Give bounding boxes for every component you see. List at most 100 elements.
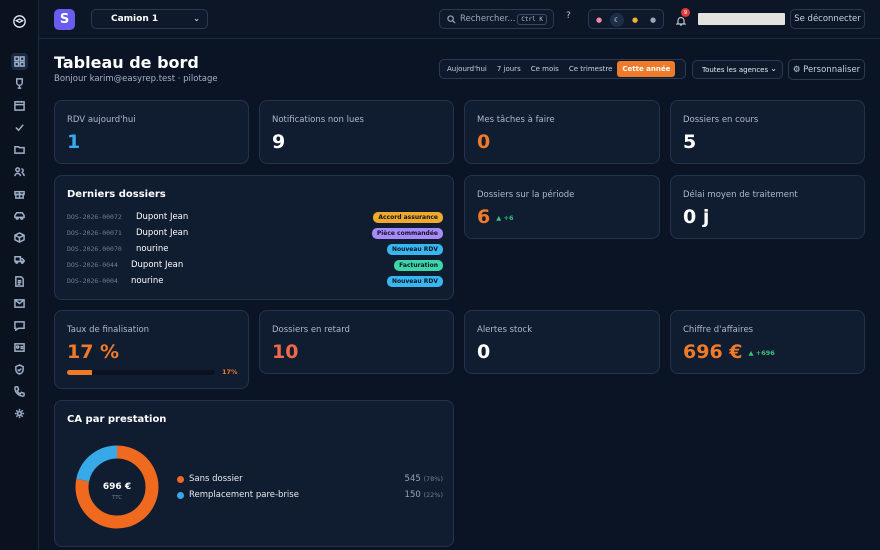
period-today[interactable]: Aujourd'hui bbox=[442, 61, 492, 77]
topbar: S Camion 1 ⌄ Rechercher... Ctrl K ? ● ☾ … bbox=[39, 0, 880, 39]
notifications-button[interactable]: 9 bbox=[675, 8, 690, 30]
kpi-label: Mes tâches à faire bbox=[477, 115, 555, 125]
dossier-row[interactable]: DOS.2026.00070 nourine Nouveau RDV bbox=[67, 244, 443, 258]
kpi-value-number: 6 bbox=[477, 206, 491, 228]
dashboard-icon[interactable] bbox=[11, 53, 28, 70]
period-7-days[interactable]: 7 jours bbox=[492, 61, 526, 77]
gift-icon[interactable] bbox=[11, 185, 28, 202]
legend-value: 545 (78%) bbox=[405, 474, 443, 484]
dossier-id: DOS-2026-00071 bbox=[67, 229, 122, 237]
dossier-row[interactable]: DOS-2026-00071 Dupont Jean Pièce commandée bbox=[67, 228, 443, 242]
kpi-label: RDV aujourd'hui bbox=[67, 115, 136, 125]
period-year[interactable]: Cette année bbox=[617, 61, 676, 77]
check-icon[interactable] bbox=[11, 119, 28, 136]
search-placeholder: Rechercher... bbox=[460, 14, 516, 24]
page-title: Tableau de bord bbox=[54, 53, 199, 72]
kpi-value: 1 bbox=[67, 131, 81, 153]
kpi-card-finalisation[interactable]: Taux de finalisation 17 % 17% bbox=[54, 310, 249, 389]
kpi-card-stock[interactable]: Alertes stock 0 bbox=[464, 310, 660, 374]
search-input[interactable]: Rechercher... Ctrl K bbox=[439, 9, 554, 29]
sun-icon[interactable]: ● bbox=[628, 13, 642, 27]
kpi-card-period-dossiers[interactable]: Dossiers sur la période 6 ▲ +6 bbox=[464, 175, 660, 239]
users-icon[interactable] bbox=[11, 163, 28, 180]
app-logo-icon[interactable] bbox=[10, 12, 29, 31]
dossier-row[interactable]: DOS-2026-00072 Dupont Jean Accord assuranc… bbox=[67, 212, 443, 226]
chat-icon[interactable] bbox=[11, 317, 28, 334]
kpi-label: Taux de finalisation bbox=[67, 325, 150, 335]
kpi-value-number: 696 € bbox=[683, 341, 743, 363]
kpi-label: Chiffre d'affaires bbox=[683, 325, 754, 335]
kpi-card-revenue[interactable]: Chiffre d'affaires 696 € ▲ +696 bbox=[670, 310, 865, 374]
kpi-value: 696 € ▲ +696 bbox=[683, 341, 775, 363]
kpi-value: 5 bbox=[683, 131, 697, 153]
legend-label: Sans dossier bbox=[189, 474, 243, 484]
agency-select-value: Toutes les agences bbox=[702, 65, 769, 74]
document-icon[interactable] bbox=[11, 273, 28, 290]
legend-percent: (22%) bbox=[423, 491, 443, 499]
revenue-by-service-card: CA par prestation 696 € TTC Sans dossier 5… bbox=[54, 400, 454, 547]
mail-icon[interactable] bbox=[11, 295, 28, 312]
donut-total-label: 696 € bbox=[103, 482, 131, 492]
kpi-value: 17 % bbox=[67, 341, 120, 363]
legend-value: 150 (22%) bbox=[405, 490, 443, 500]
id-card-icon[interactable] bbox=[11, 339, 28, 356]
phone-icon[interactable] bbox=[11, 383, 28, 400]
kpi-value: 9 bbox=[272, 131, 286, 153]
period-quarter[interactable]: Ce trimestre bbox=[564, 61, 618, 77]
shield-icon[interactable] bbox=[11, 361, 28, 378]
notification-count-badge: 9 bbox=[681, 8, 690, 17]
kpi-label: Dossiers en cours bbox=[683, 115, 759, 125]
card-title: Derniers dossiers bbox=[67, 189, 166, 200]
system-theme-icon[interactable]: ● bbox=[646, 13, 660, 27]
settings-icon[interactable] bbox=[11, 405, 28, 422]
package-icon[interactable] bbox=[11, 229, 28, 246]
help-button[interactable]: ? bbox=[566, 11, 571, 21]
moon-icon[interactable]: ☾ bbox=[610, 13, 624, 27]
truck-icon[interactable] bbox=[11, 251, 28, 268]
dossier-client-name: nourine bbox=[136, 244, 169, 254]
recent-dossiers-card: Derniers dossiers DOS-2026-00072 Dupont J… bbox=[54, 175, 454, 300]
kpi-card-notifications[interactable]: Notifications non lues 9 bbox=[259, 100, 454, 164]
kpi-card-ongoing[interactable]: Dossiers en cours 5 bbox=[670, 100, 865, 164]
dossier-row[interactable]: DOS-2026-0044 Dupont Jean Facturation bbox=[67, 260, 443, 274]
palette-icon[interactable]: ● bbox=[592, 13, 606, 27]
period-month[interactable]: Ce mois bbox=[526, 61, 564, 77]
car-icon[interactable] bbox=[11, 207, 28, 224]
kpi-card-late[interactable]: Dossiers en retard 10 bbox=[259, 310, 454, 374]
dossier-client-name: Dupont Jean bbox=[131, 260, 184, 270]
progress-percent: 17% bbox=[222, 368, 238, 376]
theme-switcher: ● ☾ ● ● bbox=[588, 9, 664, 29]
kpi-card-delay[interactable]: Délai moyen de traitement 0 j bbox=[670, 175, 865, 239]
chevron-down-icon: ⌄ bbox=[770, 64, 777, 73]
sidebar bbox=[0, 0, 39, 550]
page-subtitle: Bonjour karim@easyrep.test · pilotage bbox=[54, 74, 218, 84]
kpi-label: Délai moyen de traitement bbox=[683, 190, 798, 200]
kpi-value: 0 j bbox=[683, 206, 710, 228]
kpi-value: 0 bbox=[477, 341, 491, 363]
folder-icon[interactable] bbox=[11, 141, 28, 158]
card-title: CA par prestation bbox=[67, 414, 167, 425]
calendar-icon[interactable] bbox=[11, 97, 28, 114]
vehicle-select[interactable]: Camion 1 ⌄ bbox=[91, 9, 208, 29]
search-icon bbox=[447, 15, 456, 24]
kpi-delta: ▲ +696 bbox=[748, 348, 775, 357]
bell-icon bbox=[675, 16, 687, 26]
logout-button[interactable]: Se déconnecter bbox=[790, 9, 865, 29]
kpi-value: 6 ▲ +6 bbox=[477, 206, 513, 228]
dossier-status-badge: Facturation bbox=[394, 260, 443, 271]
legend-amount: 545 bbox=[404, 474, 421, 484]
dossier-row[interactable]: DOS-2026-0004 nourine Nouveau RDV bbox=[67, 276, 443, 290]
user-name-field bbox=[698, 13, 785, 25]
brand-logo[interactable]: S bbox=[54, 9, 75, 30]
legend-amount: 150 bbox=[404, 490, 421, 500]
dossier-status-badge: Nouveau RDV bbox=[386, 244, 443, 255]
kpi-card-tasks[interactable]: Mes tâches à faire 0 bbox=[464, 100, 660, 164]
agency-select[interactable]: Toutes les agences ⌄ bbox=[692, 60, 783, 79]
personalize-button[interactable]: ⚙ Personnaliser bbox=[788, 59, 865, 80]
dossier-id: DOS-2026-0004 bbox=[67, 277, 118, 285]
trophy-icon[interactable] bbox=[11, 75, 28, 92]
kpi-card-rdv[interactable]: RDV aujourd'hui 1 bbox=[54, 100, 249, 164]
donut-total-sub: TTC bbox=[111, 495, 122, 501]
vehicle-select-value: Camion 1 bbox=[111, 14, 159, 24]
finalisation-progress-bar bbox=[67, 370, 215, 375]
